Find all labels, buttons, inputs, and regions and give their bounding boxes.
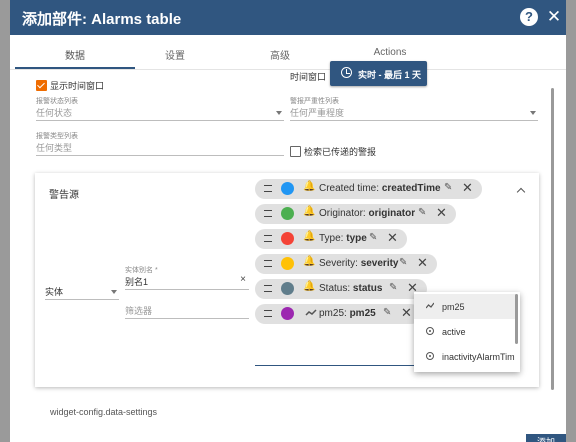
type-list-label: 报警类型列表 (36, 133, 78, 140)
drag-handle-icon[interactable] (264, 210, 272, 217)
tab-ink-bar (15, 67, 135, 69)
time-window-button[interactable]: 实时 - 最后 1 天 (330, 61, 427, 86)
attribute-icon (426, 352, 434, 360)
datakey-label: Status: status (319, 283, 383, 294)
color-dot[interactable] (281, 182, 294, 195)
remove-icon[interactable]: ✕ (462, 180, 473, 196)
datakey-chip[interactable]: 🔔 Status: status ✎ ✕ (255, 279, 427, 299)
chevron-down-icon (276, 111, 282, 115)
bell-icon: 🔔 (303, 281, 316, 292)
bell-icon: 🔔 (303, 206, 316, 217)
datakeys-input-underline (255, 365, 420, 366)
edit-icon[interactable]: ✎ (369, 232, 377, 243)
entity-alias-value: 别名1 (125, 277, 149, 287)
bell-icon: 🔔 (303, 231, 316, 242)
tab-bar: 数据 设置 高级 Actions (10, 43, 566, 70)
clear-icon[interactable]: × (240, 274, 246, 285)
edit-icon[interactable]: ✎ (399, 257, 407, 268)
datakey-chip[interactable]: 🔔 Severity: severity ✎ ✕ (255, 254, 437, 274)
edit-icon[interactable]: ✎ (418, 207, 426, 218)
severity-list-select[interactable]: 任何严重程度 (290, 106, 538, 121)
datakey-chip[interactable]: pm25: pm25 ✎ ✕ (255, 304, 421, 324)
color-dot[interactable] (281, 257, 294, 270)
datakey-label: pm25: pm25 (319, 308, 376, 319)
drag-handle-icon[interactable] (264, 235, 272, 242)
time-window-button-label: 实时 - 最后 1 天 (358, 70, 422, 80)
tab-advanced[interactable]: 高级 (220, 47, 340, 62)
show-time-window-label: 显示时间窗口 (50, 81, 105, 91)
edit-icon[interactable]: ✎ (444, 182, 452, 193)
timeseries-icon (305, 309, 317, 316)
remove-icon[interactable]: ✕ (401, 305, 412, 321)
entity-alias-label: 实体别名 * (125, 267, 158, 274)
tab-actions[interactable]: Actions (330, 47, 450, 58)
data-tab-content: 显示时间窗口 时间窗口 实时 - 最后 1 天 报警状态列表 任何状态 警报严重… (10, 61, 566, 442)
edit-icon[interactable]: ✎ (389, 282, 397, 293)
datakey-label: Created time: createdTime (319, 183, 441, 194)
filter-placeholder: 筛选器 (125, 306, 153, 316)
color-dot[interactable] (281, 207, 294, 220)
dropdown-scrollbar[interactable] (515, 294, 518, 344)
form-scrollbar[interactable] (551, 88, 554, 390)
severity-list-label: 警报严重性列表 (290, 98, 339, 105)
option-label: pm25 (442, 302, 465, 312)
remove-icon[interactable]: ✕ (387, 230, 398, 246)
datakey-chip[interactable]: 🔔 Originator: originator ✎ ✕ (255, 204, 456, 224)
filter-input[interactable]: 筛选器 (125, 304, 249, 319)
remove-icon[interactable]: ✕ (417, 255, 428, 271)
status-list-label: 报警状态列表 (36, 98, 78, 105)
option-label: active (442, 327, 466, 337)
datakey-label: Severity: severity (319, 258, 399, 269)
clock-icon (341, 67, 352, 78)
color-dot[interactable] (281, 282, 294, 295)
chevron-down-icon (530, 111, 536, 115)
drag-handle-icon[interactable] (264, 310, 272, 317)
alarm-source-title: 警告源 (49, 190, 79, 201)
time-window-label: 时间窗口 (290, 72, 327, 82)
datakey-chip[interactable]: 🔔 Type: type ✎ ✕ (255, 229, 407, 249)
bell-icon: 🔔 (303, 181, 316, 192)
datakey-autocomplete-dropdown: pm25 active inactivityAlarmTim (414, 292, 520, 372)
close-icon[interactable]: ✕ (545, 8, 563, 26)
chevron-up-icon[interactable] (516, 187, 526, 197)
drag-handle-icon[interactable] (264, 185, 272, 192)
severity-list-placeholder: 任何严重程度 (290, 108, 345, 118)
autocomplete-option[interactable]: pm25 (414, 294, 516, 319)
entity-alias-input[interactable]: 别名1 × (125, 274, 249, 290)
status-list-select[interactable]: 任何状态 (36, 106, 284, 121)
datakey-label: Type: type (319, 233, 367, 244)
entity-type-select[interactable]: 实体 (45, 285, 119, 300)
help-icon[interactable]: ? (520, 8, 538, 26)
show-time-window-checkbox[interactable] (36, 80, 47, 91)
drag-handle-icon[interactable] (264, 285, 272, 292)
datakey-chip[interactable]: 🔔 Created time: createdTime ✎ ✕ (255, 179, 482, 199)
status-list-placeholder: 任何状态 (36, 108, 73, 118)
autocomplete-option[interactable]: inactivityAlarmTim (414, 344, 516, 369)
add-widget-dialog: 添加部件: Alarms table ? ✕ 数据 设置 高级 Actions … (10, 0, 566, 442)
datakey-label: Originator: originator (319, 208, 416, 219)
type-list-placeholder: 任何类型 (36, 143, 73, 153)
option-label: inactivityAlarmTim (442, 352, 515, 362)
color-dot[interactable] (281, 307, 294, 320)
type-list-input[interactable]: 任何类型 (36, 141, 284, 156)
attribute-icon (426, 327, 434, 335)
entity-type-value: 实体 (45, 287, 64, 297)
search-propagated-checkbox[interactable] (290, 146, 301, 157)
add-button[interactable]: 添加 (526, 434, 566, 442)
autocomplete-option[interactable]: active (414, 319, 516, 344)
dialog-header: 添加部件: Alarms table ? ✕ (10, 0, 566, 35)
search-propagated-label: 检索已传递的警报 (304, 147, 377, 157)
chevron-down-icon (111, 290, 117, 294)
tab-settings[interactable]: 设置 (115, 47, 235, 62)
color-dot[interactable] (281, 232, 294, 245)
data-settings-label: widget-config.data-settings (50, 407, 158, 417)
drag-handle-icon[interactable] (264, 260, 272, 267)
bell-icon: 🔔 (303, 256, 316, 267)
timeseries-icon (426, 302, 434, 309)
edit-icon[interactable]: ✎ (383, 307, 391, 318)
dialog-title: 添加部件: Alarms table (22, 11, 182, 28)
remove-icon[interactable]: ✕ (436, 205, 447, 221)
